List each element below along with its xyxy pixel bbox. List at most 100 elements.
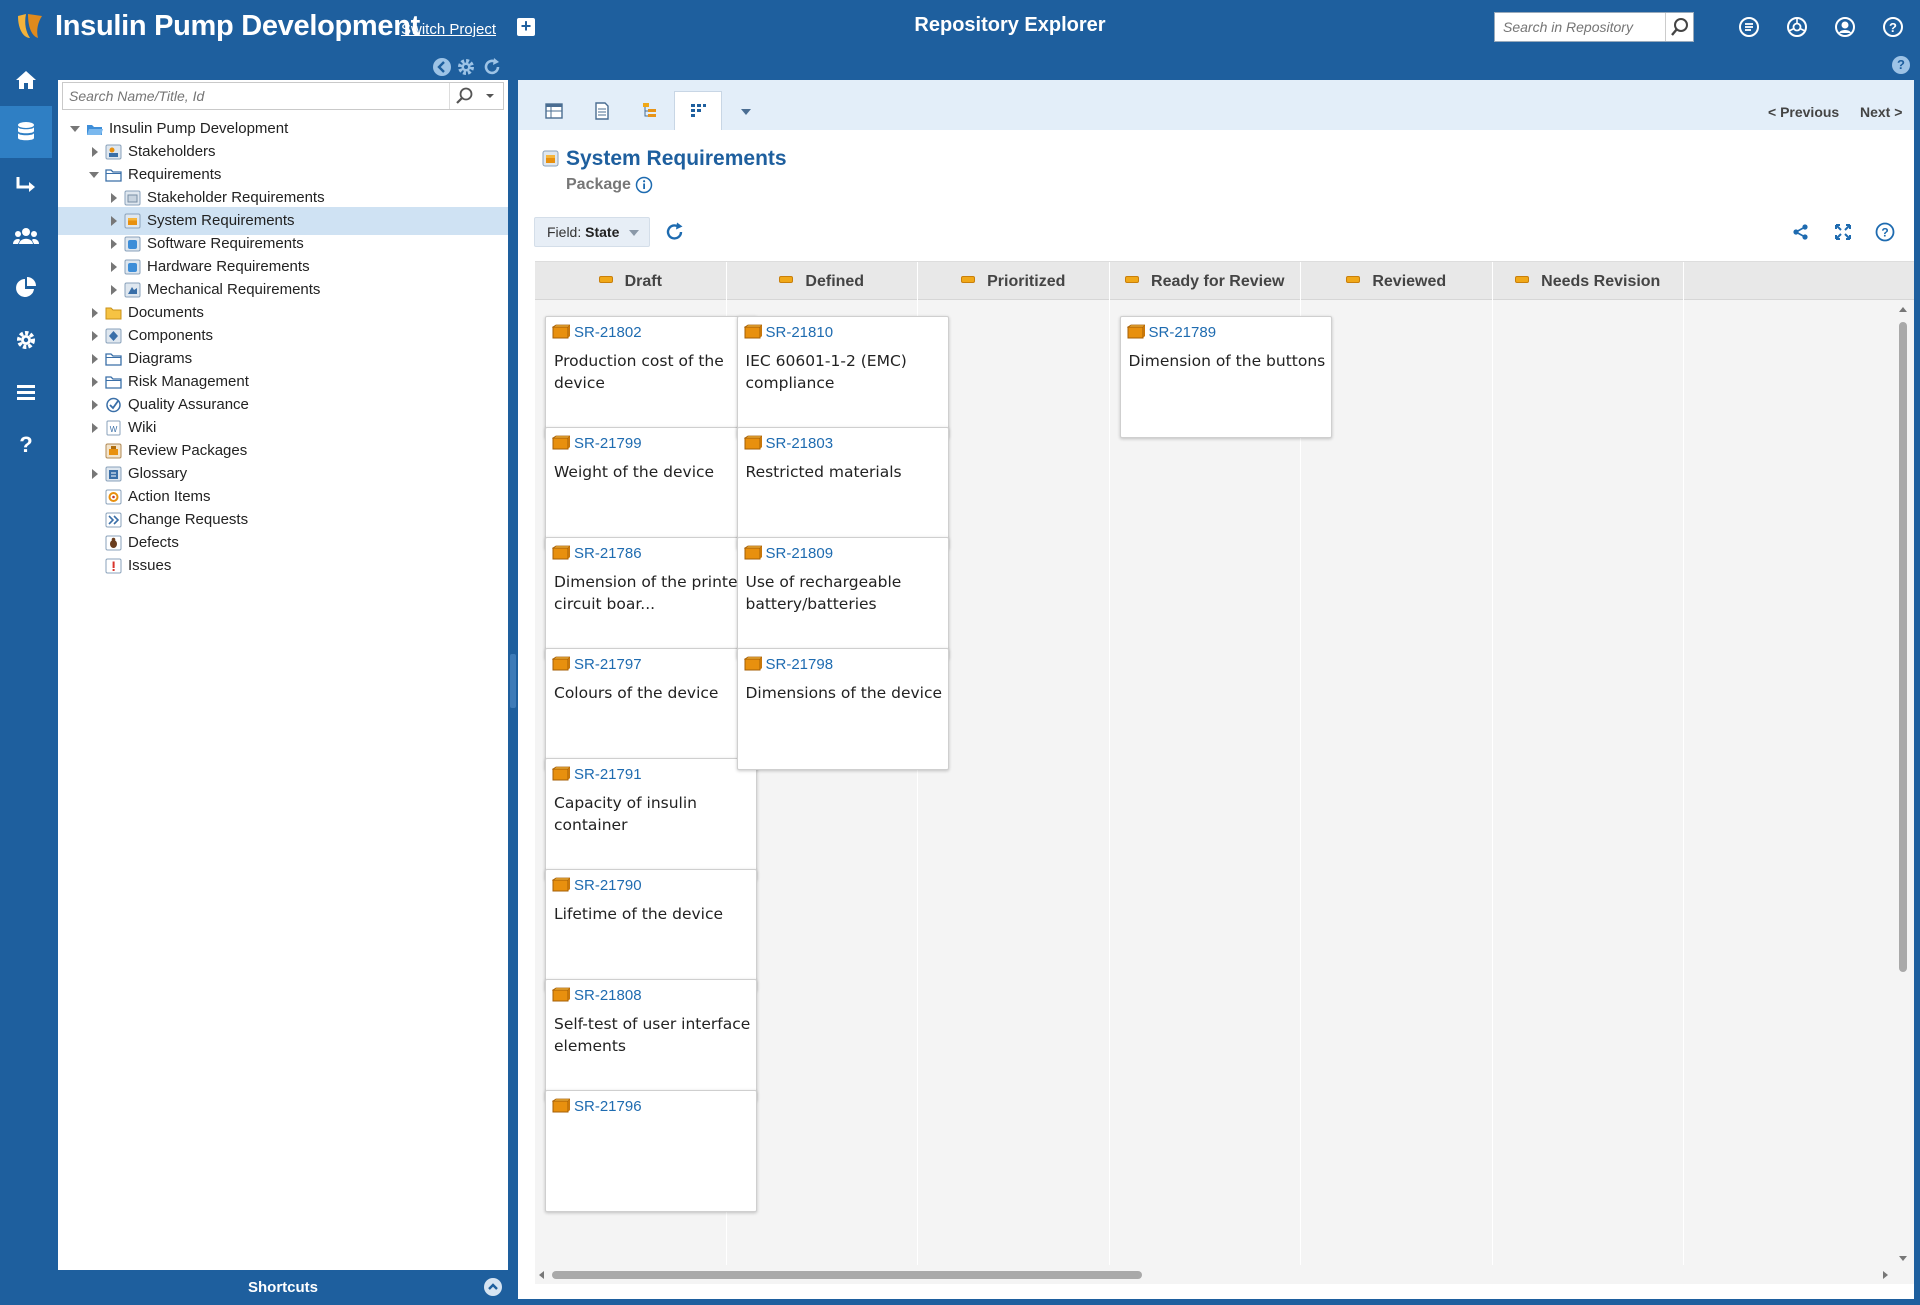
next-button[interactable]: Next > [1860, 104, 1902, 120]
chevron-right-icon[interactable] [89, 330, 99, 342]
chevron-right-icon[interactable] [108, 215, 118, 227]
user-icon[interactable] [1832, 14, 1858, 40]
package-icon [542, 150, 559, 167]
requirement-card[interactable]: SR-21799 Weight of the device [545, 426, 757, 549]
chevron-right-icon[interactable] [89, 353, 99, 365]
previous-button[interactable]: < Previous [1768, 104, 1839, 120]
tab-board-view[interactable] [674, 91, 722, 130]
horizontal-scrollbar[interactable] [535, 1265, 1894, 1284]
scroll-down-icon[interactable] [1894, 1252, 1912, 1266]
card-id-link[interactable]: SR-21810 [766, 324, 834, 341]
card-id-link[interactable]: SR-21791 [574, 766, 642, 783]
tree-item[interactable]: Issues [58, 552, 508, 580]
gear-icon[interactable] [456, 57, 476, 77]
chevron-right-icon[interactable] [89, 399, 99, 411]
card-id-link[interactable]: SR-21808 [574, 987, 642, 1004]
vertical-scrollbar[interactable] [1894, 302, 1912, 1261]
board-column [1110, 300, 1301, 1284]
chevron-right-icon[interactable] [89, 468, 99, 480]
repository-search-input[interactable] [1495, 13, 1657, 41]
requirement-card[interactable]: SR-21808 Self-test of user interface elem… [545, 979, 757, 1101]
panel-splitter[interactable] [508, 54, 518, 1305]
main-panel: ? < Previous Next > System Requirements [518, 56, 1914, 1299]
field-selector[interactable]: Field: State [534, 217, 650, 247]
rail-help[interactable]: ? [0, 418, 52, 470]
panel-help-icon[interactable]: ? [1892, 56, 1910, 74]
search-button[interactable] [1665, 13, 1693, 41]
card-id-link[interactable]: SR-21798 [766, 656, 834, 673]
requirement-card[interactable]: SR-21810 IEC 60601-1-2 (EMC) compliance [736, 316, 949, 438]
card-id-link[interactable]: SR-21790 [574, 877, 642, 894]
app-window: Insulin Pump Development Switch Project … [0, 0, 1920, 1305]
chevron-right-icon[interactable] [89, 422, 99, 434]
requirement-card[interactable]: SR-21797 Colours of the device [545, 647, 757, 770]
info-icon[interactable] [635, 176, 653, 194]
tab-tree-grid-view[interactable] [626, 91, 674, 130]
column-header: Ready for Review [1110, 262, 1301, 300]
aperture-icon[interactable] [1784, 14, 1810, 40]
card-id-link[interactable]: SR-21802 [574, 324, 642, 341]
requirement-card[interactable]: SR-21786 Dimension of the printed circuit… [545, 537, 757, 659]
help-icon[interactable]: ? [1874, 221, 1896, 243]
chevron-right-icon[interactable] [89, 307, 99, 319]
requirement-card[interactable]: SR-21798 Dimensions of the device [736, 647, 949, 770]
requirement-card[interactable]: SR-21809 Use of rechargeable battery/batt… [736, 537, 949, 659]
chevron-down-icon[interactable] [70, 123, 80, 135]
requirement-card[interactable]: SR-21791 Capacity of insulin container [545, 758, 757, 880]
expand-up-icon[interactable] [484, 1278, 502, 1296]
horizontal-scroll-thumb[interactable] [552, 1271, 1142, 1279]
card-title: Restricted materials [745, 462, 902, 481]
chevron-right-icon[interactable] [108, 284, 118, 296]
rail-home[interactable] [0, 54, 52, 106]
rail-reports[interactable] [0, 262, 52, 314]
chevron-right-icon[interactable] [108, 238, 118, 250]
card-id-link[interactable]: SR-21786 [574, 545, 642, 562]
card-id-link[interactable]: SR-21796 [574, 1098, 642, 1115]
requirement-card[interactable]: SR-21803 Restricted materials [736, 426, 949, 549]
help-icon[interactable]: ? [1880, 14, 1906, 40]
chevron-right-icon[interactable] [89, 376, 99, 388]
requirement-card[interactable]: SR-21802 Production cost of the device [545, 316, 757, 438]
refresh-icon[interactable] [482, 57, 502, 77]
share-icon[interactable] [1790, 221, 1812, 243]
item-type-label: Package [566, 176, 631, 193]
rail-repository[interactable] [0, 106, 52, 158]
rail-settings[interactable] [0, 314, 52, 366]
scroll-left-icon[interactable] [535, 1265, 549, 1284]
requirement-card[interactable]: SR-21796 [545, 1089, 757, 1212]
splitter-grip[interactable] [510, 654, 516, 708]
rail-users[interactable] [0, 210, 52, 262]
rail-menu[interactable] [0, 366, 52, 418]
vertical-scroll-thumb[interactable] [1899, 322, 1907, 972]
requirement-icon [552, 987, 570, 1002]
document-icon [595, 101, 609, 120]
doc-list-icon[interactable] [1736, 14, 1762, 40]
refresh-icon[interactable] [664, 221, 686, 243]
chevron-right-icon[interactable] [89, 146, 99, 158]
chevron-down-icon[interactable] [89, 169, 99, 181]
card-id-link[interactable]: SR-21797 [574, 656, 642, 673]
card-id-link[interactable]: SR-21803 [766, 435, 834, 452]
requirement-card[interactable]: SR-21790 Lifetime of the device [545, 868, 757, 991]
scroll-up-icon[interactable] [1894, 302, 1912, 316]
card-id-link[interactable]: SR-21809 [766, 545, 834, 562]
folder-icon [105, 307, 122, 320]
list-icon [17, 385, 35, 400]
chevron-right-icon[interactable] [108, 192, 118, 204]
shortcuts-bar[interactable]: Shortcuts [58, 1270, 508, 1305]
column-label: Reviewed [1372, 273, 1447, 290]
rail-traceability[interactable] [0, 158, 52, 210]
card-id-link[interactable]: SR-21799 [574, 435, 642, 452]
fullscreen-icon[interactable] [1832, 221, 1854, 243]
collapse-panel-icon[interactable] [432, 57, 452, 77]
tab-grid-view[interactable] [530, 91, 578, 130]
tab-document-view[interactable] [578, 91, 626, 130]
chevron-right-icon[interactable] [108, 261, 118, 273]
tree-item-label: Software Requirements [147, 235, 304, 252]
tab-more-views[interactable] [722, 91, 770, 130]
requirement-card[interactable]: SR-21789 Dimension of the buttons [1119, 316, 1332, 438]
card-id-link[interactable]: SR-21789 [1149, 324, 1217, 341]
tree-search-input[interactable] [63, 83, 443, 109]
scroll-right-icon[interactable] [1878, 1265, 1892, 1284]
tree-search-button[interactable] [449, 83, 503, 109]
